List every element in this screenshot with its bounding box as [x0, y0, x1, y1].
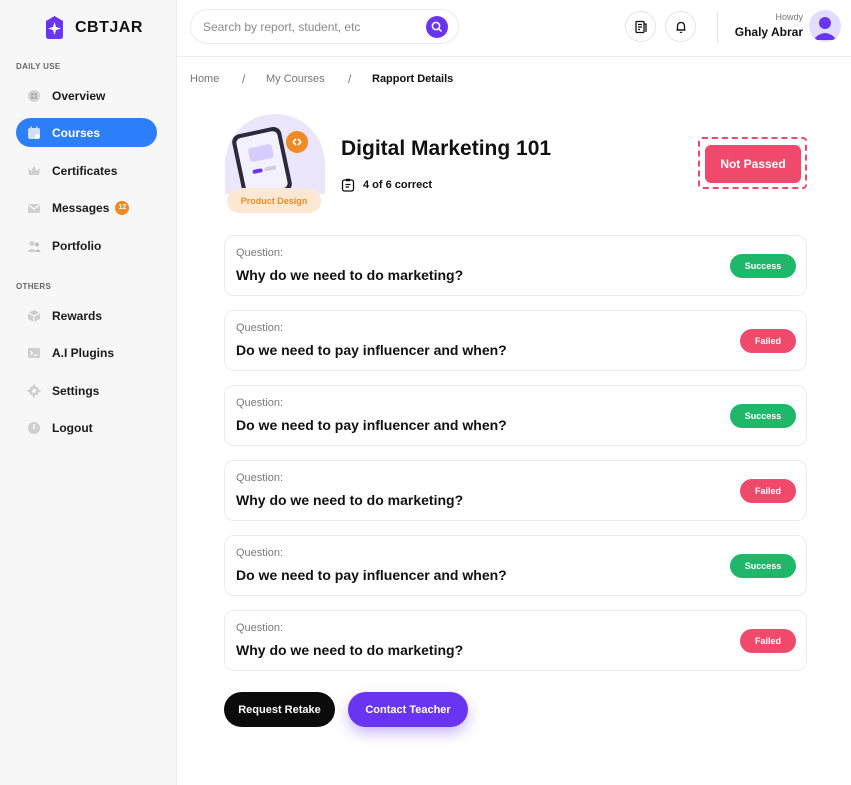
sidebar: CBTJAR DAILY USE Overview Courses Certif…: [0, 0, 177, 785]
question-label: Question:: [236, 547, 284, 559]
sidebar-item-label: Logout: [52, 420, 93, 435]
question-card[interactable]: Question: Do we need to pay influencer a…: [224, 310, 807, 371]
people-icon: [26, 238, 42, 254]
score-text: 4 of 6 correct: [363, 179, 433, 191]
sidebar-item-portfolio[interactable]: Portfolio: [16, 231, 157, 260]
status-badge: Success: [730, 554, 796, 578]
app-logo[interactable]: CBTJAR: [42, 15, 143, 40]
header-divider: [717, 11, 718, 42]
logo-text: CBTJAR: [75, 18, 143, 36]
course-status-button[interactable]: Not Passed: [705, 145, 801, 183]
search-icon: [431, 21, 443, 33]
greeting-text: Howdy: [775, 12, 803, 22]
breadcrumb-my-courses[interactable]: My Courses: [266, 73, 325, 85]
request-retake-button[interactable]: Request Retake: [224, 692, 335, 727]
sidebar-item-label: A.I Plugins: [52, 345, 115, 360]
question-text: Do we need to pay influencer and when?: [236, 342, 507, 358]
question-label: Question:: [236, 322, 284, 334]
sidebar-item-label: Settings: [52, 383, 100, 398]
question-card[interactable]: Question: Do we need to pay influencer a…: [224, 535, 807, 596]
user-greeting: Howdy Ghaly Abrar: [735, 12, 803, 39]
user-name: Ghaly Abrar: [734, 25, 803, 39]
contact-teacher-button[interactable]: Contact Teacher: [348, 692, 468, 727]
sidebar-item-certificates[interactable]: Certificates: [16, 156, 157, 185]
sidebar-item-overview[interactable]: Overview: [16, 81, 157, 110]
search-button[interactable]: [426, 16, 448, 38]
sidebar-item-label: Rewards: [52, 308, 103, 323]
status-badge: Success: [730, 254, 796, 278]
course-category-tag: Product Design: [227, 189, 321, 213]
gear-icon: [26, 383, 42, 399]
breadcrumb-home[interactable]: Home: [190, 73, 219, 85]
course-title: Digital Marketing 101: [341, 137, 552, 160]
box-icon: [26, 308, 42, 324]
sidebar-item-ai-plugins[interactable]: A.I Plugins: [16, 338, 157, 367]
search-bar: [190, 9, 459, 44]
mail-icon: [26, 200, 42, 216]
question-card[interactable]: Question: Why do we need to do marketing…: [224, 235, 807, 296]
sidebar-item-logout[interactable]: Logout: [16, 413, 157, 442]
sidebar-item-label: Overview: [52, 88, 106, 103]
breadcrumb-separator: /: [348, 72, 352, 86]
status-badge: Failed: [740, 479, 796, 503]
logo-icon: [46, 16, 63, 39]
section-label-others: OTHERS: [16, 282, 52, 291]
breadcrumb-separator: /: [242, 72, 246, 86]
sidebar-item-label: Messages: [52, 200, 110, 215]
bell-icon: [676, 21, 685, 33]
document-icon: [634, 20, 647, 33]
calendar-icon: [26, 125, 42, 141]
messages-count-badge: 12: [115, 200, 130, 215]
question-text: Why do we need to do marketing?: [236, 642, 464, 658]
question-text: Do we need to pay influencer and when?: [236, 417, 507, 433]
top-header: Howdy Ghaly Abrar: [177, 0, 851, 57]
grid-icon: [26, 88, 42, 104]
clipboard-icon: [341, 178, 355, 192]
status-badge: Failed: [740, 329, 796, 353]
question-label: Question:: [236, 622, 284, 634]
search-input[interactable]: [203, 19, 413, 34]
sidebar-item-label: Certificates: [52, 163, 118, 178]
status-badge: Success: [730, 404, 796, 428]
terminal-icon: [26, 345, 42, 361]
question-card[interactable]: Question: Why do we need to do marketing…: [224, 610, 807, 671]
question-card[interactable]: Question: Do we need to pay influencer a…: [224, 385, 807, 446]
question-card[interactable]: Question: Why do we need to do marketing…: [224, 460, 807, 521]
question-text: Why do we need to do marketing?: [236, 492, 464, 508]
notification-button[interactable]: [665, 11, 696, 42]
sidebar-item-messages[interactable]: Messages 12: [16, 193, 157, 222]
sidebar-item-rewards[interactable]: Rewards: [16, 301, 157, 330]
user-avatar-icon: [813, 17, 837, 40]
sidebar-item-settings[interactable]: Settings: [16, 376, 157, 405]
course-score: 4 of 6 correct: [341, 178, 432, 192]
question-label: Question:: [236, 472, 284, 484]
sidebar-item-label: Courses: [52, 125, 101, 140]
section-label-daily-use: DAILY USE: [16, 62, 61, 71]
status-badge: Failed: [740, 629, 796, 653]
avatar[interactable]: [809, 10, 841, 42]
crown-icon: [26, 163, 42, 179]
breadcrumb-current: Rapport Details: [372, 73, 454, 85]
question-label: Question:: [236, 247, 284, 259]
logout-icon: [26, 420, 42, 436]
sidebar-item-label: Portfolio: [52, 238, 102, 253]
sidebar-item-courses[interactable]: Courses: [16, 118, 157, 147]
question-text: Why do we need to do marketing?: [236, 267, 464, 283]
question-label: Question:: [236, 397, 284, 409]
phone-illustration-icon: [225, 114, 325, 199]
report-button[interactable]: [625, 11, 656, 42]
question-text: Do we need to pay influencer and when?: [236, 567, 507, 583]
